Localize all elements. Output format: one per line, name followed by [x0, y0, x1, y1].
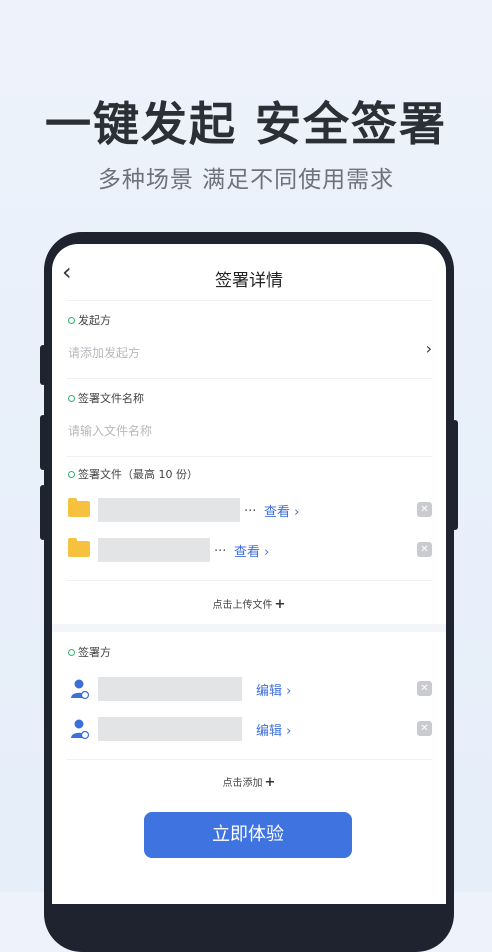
nav-bar: ‹ 签署详情: [52, 244, 446, 300]
upload-file-button[interactable]: 点击上传文件 +: [52, 596, 446, 612]
dot-icon: [68, 648, 75, 656]
dot-icon: [68, 316, 75, 324]
signers-label: 签署方: [68, 644, 111, 660]
view-file-link[interactable]: 查看 ›: [264, 501, 299, 520]
signer-name-redacted: [98, 677, 242, 701]
edit-signer-link[interactable]: 编辑 ›: [256, 720, 291, 739]
file-item: ... 查看 › ✕: [68, 497, 432, 523]
person-icon: [71, 679, 90, 700]
view-file-link[interactable]: 查看 ›: [234, 541, 269, 560]
add-signer-button[interactable]: 点击添加 +: [52, 774, 446, 790]
divider: [66, 300, 432, 301]
phone-button-right: [452, 420, 458, 530]
phone-button-left-2: [40, 415, 46, 470]
file-name-redacted: [98, 498, 240, 522]
divider: [66, 456, 432, 457]
files-label: 签署文件（最高 10 份）: [68, 466, 198, 482]
folder-icon: [68, 538, 90, 557]
hero-title: 一键发起 安全签署: [44, 97, 447, 151]
divider: [66, 759, 432, 760]
remove-file-icon[interactable]: ✕: [417, 502, 432, 517]
person-icon: [71, 719, 90, 740]
edit-signer-link[interactable]: 编辑 ›: [256, 680, 291, 699]
try-now-button[interactable]: 立即体验: [144, 812, 352, 858]
ellipsis: ...: [214, 540, 227, 555]
dot-icon: [68, 394, 75, 402]
plus-icon: +: [274, 597, 286, 612]
page-title: 签署详情: [215, 271, 283, 291]
file-name-redacted: [98, 538, 210, 562]
file-item: ... 查看 › ✕: [68, 537, 432, 563]
app-screen: ‹ 签署详情 发起方 请添加发起方 › 签署文件名称 请输入文件名称 签署文件（…: [52, 244, 446, 904]
phone-button-left-3: [40, 485, 46, 540]
section-separator: [52, 624, 446, 632]
initiator-label: 发起方: [68, 312, 111, 328]
ellipsis: ...: [244, 500, 257, 515]
folder-icon: [68, 498, 90, 517]
hero-subtitle: 多种场景 满足不同使用需求: [97, 167, 395, 193]
dot-icon: [68, 470, 75, 478]
filename-input[interactable]: 请输入文件名称: [68, 422, 152, 439]
remove-signer-icon[interactable]: ✕: [417, 721, 432, 736]
chevron-right-icon[interactable]: ›: [426, 339, 432, 358]
divider: [66, 580, 432, 581]
remove-file-icon[interactable]: ✕: [417, 542, 432, 557]
signer-name-redacted: [98, 717, 242, 741]
phone-button-left-1: [40, 345, 46, 385]
signer-item: 编辑 › ✕: [68, 676, 432, 702]
plus-icon: +: [264, 775, 276, 790]
remove-signer-icon[interactable]: ✕: [417, 681, 432, 696]
initiator-input[interactable]: 请添加发起方: [68, 344, 140, 361]
signer-item: 编辑 › ✕: [68, 716, 432, 742]
filename-label: 签署文件名称: [68, 390, 144, 406]
divider: [66, 378, 432, 379]
